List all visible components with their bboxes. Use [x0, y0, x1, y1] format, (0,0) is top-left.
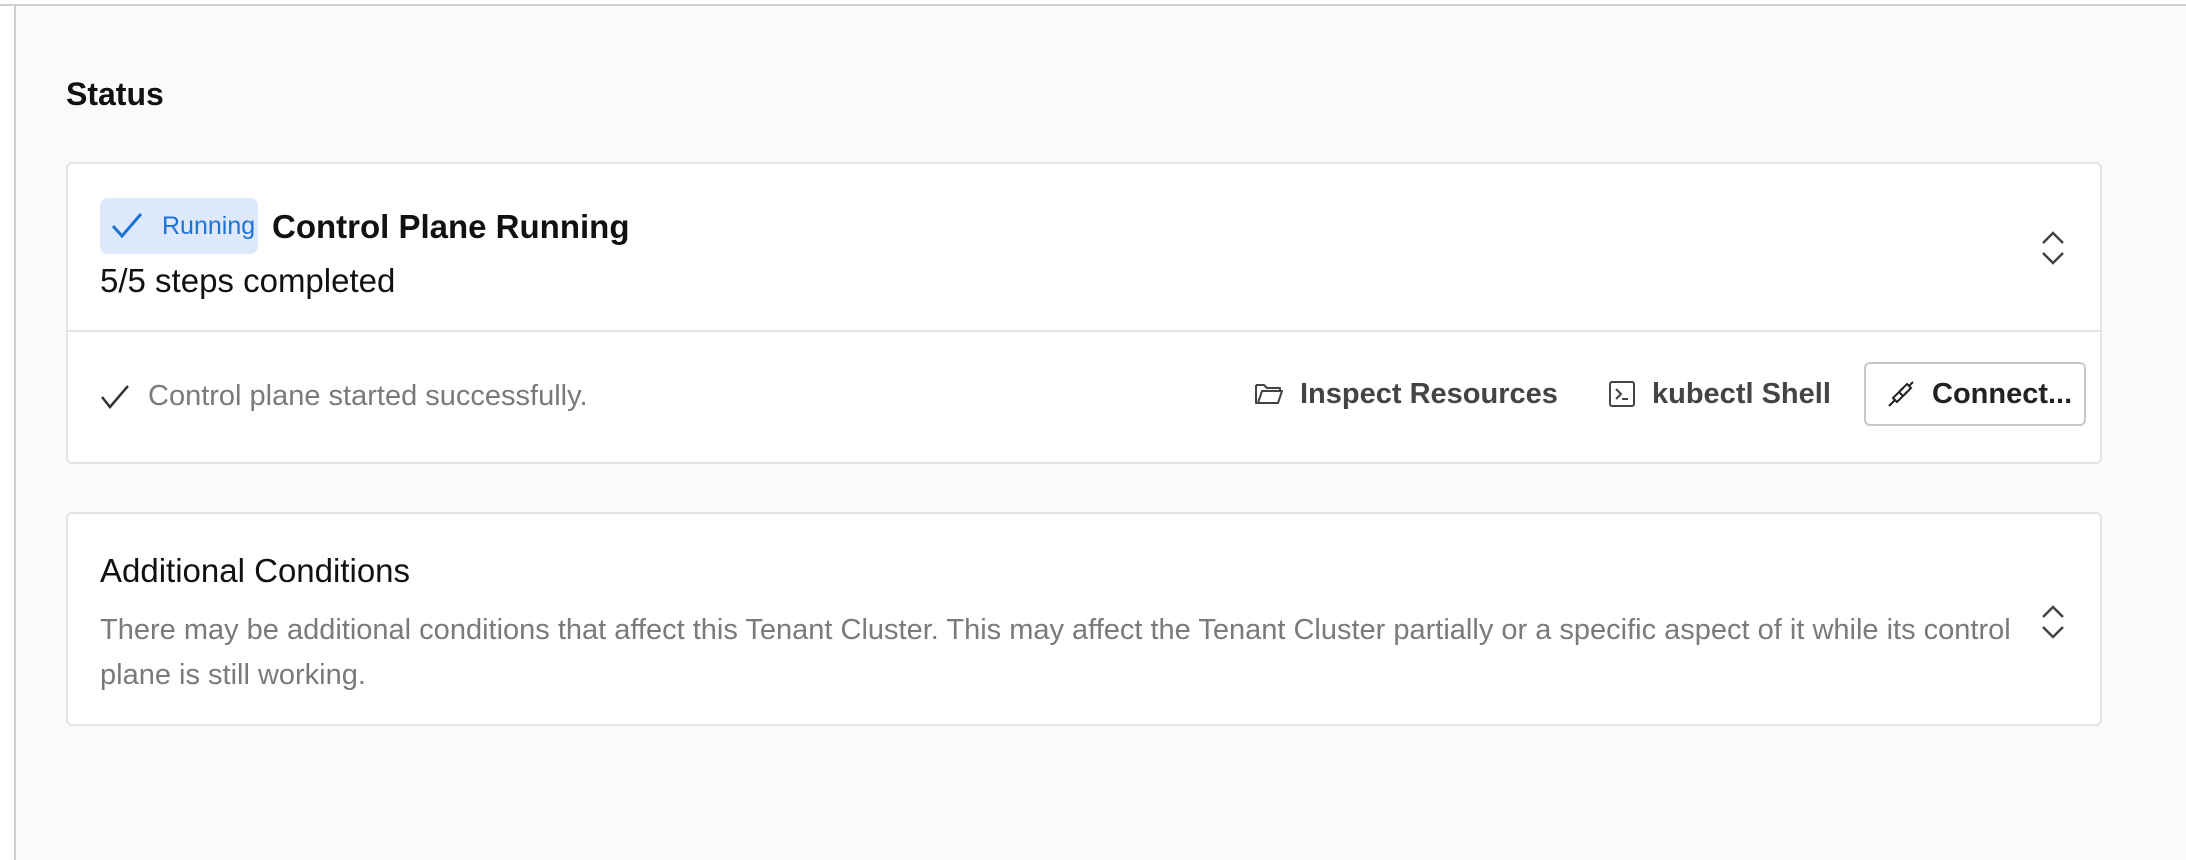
- status-card-body: Control plane started successfully. Insp…: [68, 332, 2100, 462]
- connect-label: Connect...: [1932, 377, 2073, 410]
- status-badge-label: Running: [162, 211, 256, 240]
- kubectl-shell-button[interactable]: kubectl Shell: [1608, 362, 1831, 426]
- steps-progress: 5/5 steps completed: [100, 262, 396, 299]
- status-badge: Running: [100, 198, 258, 254]
- expand-collapse-icon[interactable]: [2040, 230, 2066, 266]
- check-icon: [101, 384, 129, 409]
- status-title: Control Plane Running: [272, 208, 630, 245]
- status-message-text: Control plane started successfully.: [148, 380, 588, 412]
- plug-icon: [1888, 381, 1914, 407]
- conditions-description: There may be additional conditions that …: [100, 614, 2011, 691]
- check-icon: [111, 213, 143, 239]
- kubectl-shell-label: kubectl Shell: [1652, 377, 1831, 410]
- status-card-header[interactable]: Running Control Plane Running 5/5 steps …: [68, 164, 2100, 332]
- connect-button[interactable]: Connect...: [1864, 362, 2086, 426]
- inspect-resources-label: Inspect Resources: [1300, 377, 1558, 410]
- terminal-icon: [1609, 381, 1635, 407]
- expand-collapse-icon[interactable]: [2040, 604, 2066, 640]
- window-edge: [0, 4, 14, 6]
- folder-icon: [1255, 384, 1283, 404]
- additional-conditions-card[interactable]: Additional Conditions There may be addit…: [66, 512, 2102, 726]
- conditions-title: Additional Conditions: [100, 552, 411, 589]
- inspect-resources-button[interactable]: Inspect Resources: [1254, 362, 1558, 426]
- status-message: Control plane started successfully.: [100, 380, 588, 413]
- section-title: Status: [66, 76, 164, 112]
- status-card: Running Control Plane Running 5/5 steps …: [66, 162, 2102, 464]
